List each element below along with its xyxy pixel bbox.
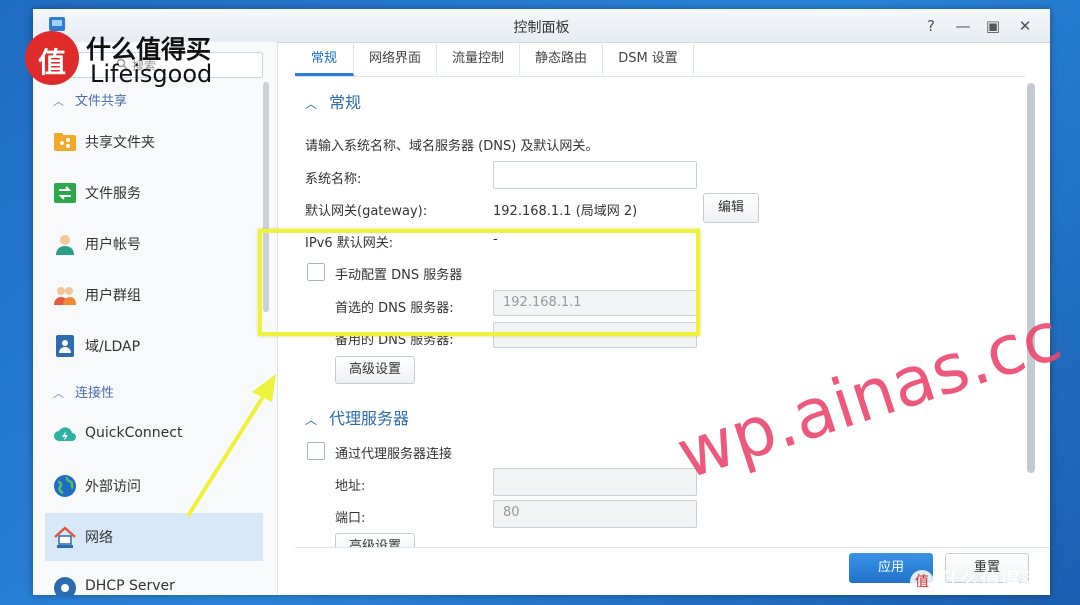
dns-highlight-box [258, 229, 700, 336]
proxy-port-label: 端口: [335, 511, 366, 526]
dns-advanced-settings-button[interactable]: 高级设置 [335, 356, 415, 384]
sidebar: 搜索 ︿ 文件共享 共享文件夹 文件服务 用户帐号 用户群组 域/LDAP ︿ 连接… [33, 42, 278, 595]
tab-traffic-control[interactable]: 流量控制 [437, 42, 520, 75]
proxy-address-input[interactable] [493, 468, 697, 496]
proxy-enable-checkbox[interactable] [307, 442, 325, 460]
proxy-section-header[interactable]: ︿ 代理服务器 [305, 405, 409, 429]
user-group-icon [54, 287, 76, 305]
sidebar-item-external-access[interactable]: 外部访问 [45, 462, 263, 510]
sidebar-item-user-account[interactable]: 用户帐号 [45, 220, 263, 268]
system-name-label: 系统名称: [305, 172, 362, 187]
section-file-sharing[interactable]: ︿ 文件共享 [53, 90, 127, 110]
proxy-address-label: 地址: [335, 479, 366, 494]
dhcp-server-icon [54, 577, 76, 595]
chevron-up-icon: ︿ [305, 97, 318, 111]
chevron-up-icon: ︿ [53, 95, 64, 108]
gateway-label: 默认网关(gateway): [305, 204, 428, 219]
proxy-enable-label: 通过代理服务器连接 [335, 447, 453, 462]
brand-slogan: Lifeisgood [90, 60, 213, 88]
tab-general[interactable]: 常规 [295, 42, 354, 76]
user-icon [56, 235, 74, 255]
tab-network-interface[interactable]: 网络界面 [354, 42, 437, 75]
gateway-value: 192.168.1.1 (局域网 2) [493, 204, 638, 219]
sidebar-item-user-group[interactable]: 用户群组 [45, 271, 263, 319]
sidebar-item-domain-ldap[interactable]: 域/LDAP [45, 322, 263, 370]
sidebar-item-network[interactable]: 网络 [45, 513, 263, 561]
general-description: 请输入系统名称、域名服务器 (DNS) 及默认网关。 [305, 139, 599, 154]
proxy-advanced-settings-button[interactable]: 高级设置 [335, 533, 415, 547]
corner-watermark: 值什么值得买 [910, 564, 1040, 594]
maximize-icon[interactable]: ▣ [983, 16, 1003, 36]
tab-static-route[interactable]: 静态路由 [520, 42, 603, 75]
content-scrollbar[interactable] [1027, 83, 1035, 473]
chevron-up-icon: ︿ [53, 387, 64, 400]
file-services-icon [54, 183, 76, 203]
sidebar-item-dhcp-server[interactable]: DHCP Server [45, 564, 263, 595]
close-icon[interactable]: ✕ [1015, 16, 1035, 36]
tab-bar: 常规 网络界面 流量控制 静态路由 DSM 设置 [295, 42, 1025, 77]
network-home-icon [54, 526, 76, 548]
tab-dsm-settings[interactable]: DSM 设置 [603, 42, 694, 75]
chevron-up-icon: ︿ [305, 413, 318, 427]
shared-folder-icon [54, 133, 76, 151]
brand-logo: 值 [25, 31, 79, 85]
sidebar-item-quickconnect[interactable]: QuickConnect [45, 411, 263, 459]
gateway-edit-button[interactable]: 编辑 [703, 193, 759, 223]
proxy-port-input[interactable]: 80 [493, 500, 697, 528]
minimize-icon[interactable]: — [953, 16, 973, 36]
domain-ldap-icon [56, 335, 74, 357]
sidebar-item-shared-folder[interactable]: 共享文件夹 [45, 118, 263, 166]
general-section-header[interactable]: ︿ 常规 [305, 89, 361, 113]
help-icon[interactable]: ? [921, 16, 941, 36]
system-name-input[interactable] [493, 161, 697, 189]
brand-logo-small: 值 [910, 569, 934, 594]
section-connectivity[interactable]: ︿ 连接性 [53, 382, 114, 402]
globe-icon [54, 475, 76, 497]
quickconnect-icon [54, 427, 76, 441]
sidebar-item-file-services[interactable]: 文件服务 [45, 169, 263, 217]
